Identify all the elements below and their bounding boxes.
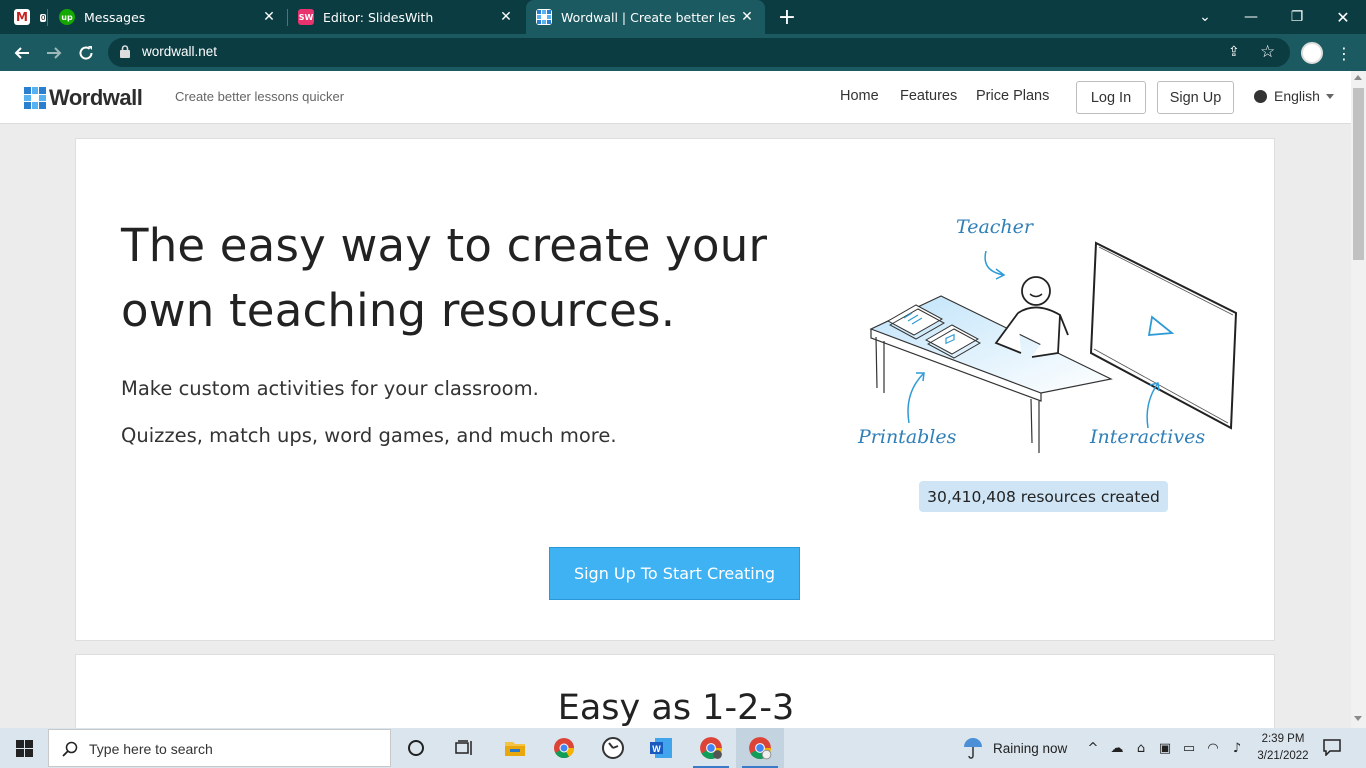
window-close-icon[interactable]: ✕ <box>1320 0 1366 34</box>
bookmark-star-icon[interactable]: ☆ <box>1260 42 1278 62</box>
restore-icon[interactable]: ❐ <box>1274 0 1320 34</box>
chrome-icon[interactable] <box>540 728 588 768</box>
minimize-icon[interactable]: — <box>1228 0 1274 34</box>
cortana-icon[interactable] <box>392 728 440 768</box>
scrollbar-thumb[interactable] <box>1353 88 1364 260</box>
web-page: Wordwall Create better lessons quicker H… <box>0 71 1351 729</box>
profile-avatar[interactable] <box>1301 42 1323 64</box>
word-icon[interactable]: W <box>637 728 685 768</box>
nav-price-plans[interactable]: Price Plans <box>976 88 1049 104</box>
signup-cta-button[interactable]: Sign Up To Start Creating <box>549 547 800 600</box>
signup-button[interactable]: Sign Up <box>1157 81 1234 114</box>
nav-features[interactable]: Features <box>900 88 957 104</box>
close-icon[interactable]: ✕ <box>739 9 755 25</box>
volume-icon[interactable]: ♪ <box>1229 740 1245 756</box>
wifi-icon[interactable]: ◠ <box>1205 740 1221 756</box>
battery-icon[interactable]: ▭ <box>1181 740 1197 756</box>
chrome-profile-icon[interactable] <box>687 728 735 768</box>
resources-counter-badge: 30,410,408 resources created <box>919 481 1168 512</box>
umbrella-weather-icon[interactable] <box>962 737 984 759</box>
close-icon[interactable]: ✕ <box>261 9 277 25</box>
show-hidden-icons-chevron-icon[interactable]: ^ <box>1085 740 1101 756</box>
search-placeholder: Type here to search <box>89 741 213 757</box>
site-header: Wordwall Create better lessons quicker H… <box>0 71 1351 124</box>
slideswith-icon: SW <box>298 9 314 25</box>
address-bar[interactable]: wordwall.net ⇪ ☆ <box>108 38 1290 67</box>
chrome-active-icon[interactable] <box>736 728 784 768</box>
meet-now-icon[interactable]: ⌂ <box>1133 740 1149 756</box>
label-teacher: Teacher <box>956 216 1035 238</box>
hero-title-line-2: own teaching resources. <box>121 284 676 337</box>
forward-icon[interactable] <box>42 41 66 65</box>
caret-down-icon <box>1325 93 1334 99</box>
onedrive-icon[interactable]: ☁ <box>1109 740 1125 756</box>
weather-text[interactable]: Raining now <box>993 741 1067 756</box>
tab-divider <box>47 9 48 26</box>
clock-date: 3/21/2022 <box>1257 750 1309 762</box>
language-label: English <box>1274 88 1320 104</box>
display-icon[interactable]: ▣ <box>1157 740 1173 756</box>
steps-section-title: Easy as 1-2-3 <box>557 688 795 728</box>
wordwall-logo[interactable]: Wordwall <box>24 85 143 111</box>
scroll-down-arrow-icon[interactable] <box>1354 716 1362 721</box>
reload-icon[interactable] <box>74 41 98 65</box>
hero-subtitle-2: Quizzes, match ups, word games, and much… <box>121 424 617 447</box>
close-icon[interactable]: ✕ <box>498 9 514 25</box>
lock-icon <box>120 45 130 58</box>
nav-home[interactable]: Home <box>840 88 879 104</box>
tab-messages[interactable]: up Messages ✕ <box>49 0 287 34</box>
label-interactives: Interactives <box>1089 426 1205 448</box>
menu-kebab-icon[interactable]: ⋮ <box>1332 41 1356 65</box>
back-icon[interactable] <box>10 41 34 65</box>
new-tab-button[interactable]: + <box>774 0 800 34</box>
clock-time: 2:39 PM <box>1261 733 1305 745</box>
wordwall-icon <box>536 9 552 25</box>
logo-text: Wordwall <box>49 85 143 110</box>
notifications-icon[interactable] <box>1322 738 1344 758</box>
hero-title-line-1: The easy way to create your <box>121 219 768 272</box>
globe-icon <box>1254 89 1267 103</box>
svg-text:W: W <box>652 744 661 754</box>
tab-wordwall[interactable]: Wordwall | Create better lessons ✕ <box>526 0 765 34</box>
tab-search-icon[interactable]: ⌄ <box>1182 0 1228 34</box>
hero-title: The easy way to create your own teaching… <box>121 213 821 343</box>
steps-section: Easy as 1-2-3 <box>75 654 1275 729</box>
gmail-badge: 0 <box>40 14 47 22</box>
page-scrollbar[interactable] <box>1351 71 1366 729</box>
label-printables: Printables <box>857 426 957 448</box>
teacher-classroom-illustration: Teacher Printables Interactives <box>857 216 1238 453</box>
share-icon[interactable]: ⇪ <box>1228 44 1246 62</box>
search-icon <box>62 741 78 757</box>
upwork-icon: up <box>59 9 75 25</box>
hero-section: The easy way to create your own teaching… <box>75 138 1275 641</box>
language-selector[interactable]: English <box>1254 88 1334 104</box>
tagline: Create better lessons quicker <box>175 89 345 104</box>
url-text: wordwall.net <box>142 44 218 59</box>
task-view-icon[interactable] <box>440 728 488 768</box>
taskbar-clock[interactable]: 2:39 PM 3/21/2022 <box>1248 731 1318 765</box>
browser-tab-strip: M 0 up Messages ✕ SW Editor: SlidesWith … <box>0 0 1366 34</box>
tab-gmail[interactable]: M 0 <box>14 0 48 34</box>
browser-toolbar: wordwall.net ⇪ ☆ ⋮ <box>0 34 1366 71</box>
logo-grid-icon <box>24 87 46 109</box>
gmail-icon: M <box>14 9 30 25</box>
tab-label: Editor: SlidesWith <box>323 9 434 25</box>
windows-taskbar: Type here to search W Raining now ^ ☁ ⌂ … <box>0 728 1366 768</box>
hero-subtitle-1: Make custom activities for your classroo… <box>121 377 539 400</box>
file-explorer-icon[interactable] <box>491 728 539 768</box>
tab-label: Messages <box>84 9 146 25</box>
tab-slideswith[interactable]: SW Editor: SlidesWith ✕ <box>288 0 524 34</box>
windows-start-icon[interactable] <box>0 728 48 768</box>
clock-app-icon[interactable] <box>589 728 637 768</box>
login-button[interactable]: Log In <box>1076 81 1146 114</box>
taskbar-search-box[interactable]: Type here to search <box>48 729 391 767</box>
tab-label: Wordwall | Create better lessons <box>561 9 736 25</box>
scroll-up-arrow-icon[interactable] <box>1354 75 1362 80</box>
